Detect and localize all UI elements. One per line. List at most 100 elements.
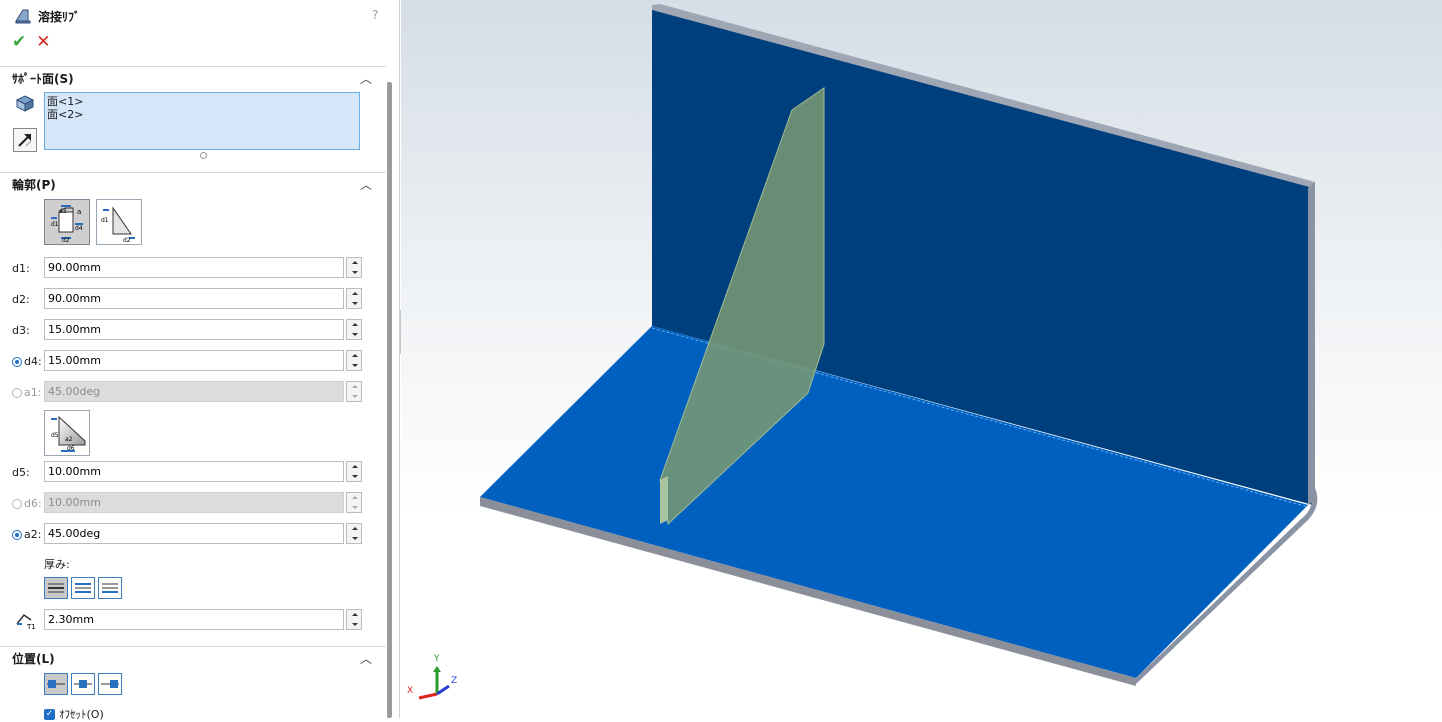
d1-input[interactable]	[44, 257, 344, 278]
face-selection-icon	[15, 95, 35, 112]
vertical-plate-side-edge[interactable]	[1308, 182, 1315, 505]
a1-input	[44, 381, 344, 402]
profile-header[interactable]: 輪郭(P) ︿	[0, 172, 386, 196]
a1-radio[interactable]	[12, 387, 22, 398]
ok-cancel-bar: ✔ ✕	[12, 32, 51, 52]
d4-input[interactable]	[44, 350, 344, 371]
svg-text:a: a	[77, 208, 81, 216]
list-item[interactable]: 面<2>	[47, 108, 357, 121]
d6-label-wrap[interactable]: d6:	[12, 497, 42, 510]
d6-row: d6:	[0, 491, 386, 515]
a2-spinner[interactable]	[346, 523, 362, 544]
polygonal-profile-button[interactable]: d3 d1 d4 d2 a	[44, 199, 90, 245]
ok-button[interactable]: ✔	[12, 32, 26, 52]
chevron-up-icon[interactable]: ︿	[360, 650, 372, 667]
a1-label: a1:	[24, 386, 42, 399]
d1-row: d1:	[0, 256, 386, 280]
profile-title: 輪郭(P)	[12, 178, 56, 192]
reverse-direction-button[interactable]	[13, 128, 37, 152]
thickness-side1-button[interactable]	[44, 577, 68, 599]
graphics-viewport[interactable]: X Y Z	[401, 0, 1442, 718]
position-title: 位置(L)	[12, 652, 55, 666]
position-other-end-button[interactable]	[98, 673, 122, 695]
support-faces-listbox[interactable]: 面<1> 面<2>	[44, 92, 360, 150]
chevron-up-icon[interactable]: ︿	[360, 176, 372, 193]
offset-checkbox[interactable]: ✓ ｵﾌｾｯﾄ(O)	[44, 706, 104, 722]
svg-text:d5: d5	[51, 432, 59, 439]
svg-text:d3: d3	[59, 208, 67, 215]
panel-titlebar: 溶接ﾘﾌﾞ	[14, 6, 80, 26]
thickness-row: T1	[0, 608, 386, 632]
svg-text:d2: d2	[123, 237, 131, 244]
d2-spinner[interactable]	[346, 288, 362, 309]
svg-text:d1: d1	[101, 217, 109, 224]
a2-radio[interactable]	[12, 529, 22, 540]
a2-input[interactable]	[44, 523, 344, 544]
d5-spinner[interactable]	[346, 461, 362, 482]
panel-scrollbar[interactable]	[386, 64, 394, 718]
d4-row: d4:	[0, 349, 386, 373]
panel-title: 溶接ﾘﾌﾞ	[38, 9, 81, 24]
thickness-icon: T1	[16, 613, 36, 630]
thickness-symbol: T1	[26, 623, 36, 630]
d2-row: d2:	[0, 287, 386, 311]
position-middle-button[interactable]	[71, 673, 95, 695]
thickness-other-side-icon	[102, 583, 118, 593]
d4-label: d4:	[24, 355, 42, 368]
svg-text:d2: d2	[62, 237, 70, 244]
svg-text:d4: d4	[75, 225, 83, 232]
position-middle-icon	[74, 680, 92, 688]
thickness-spinner[interactable]	[346, 609, 362, 630]
d6-spinner	[346, 492, 362, 513]
triangular-profile-button[interactable]: d1 d2	[96, 199, 142, 245]
position-end-button[interactable]	[44, 673, 68, 695]
d3-label: d3:	[12, 324, 30, 337]
a1-row: a1:	[0, 380, 386, 404]
help-icon[interactable]: ?	[372, 8, 378, 22]
polygon-profile-icon: d3 d1 d4 d2 a	[51, 205, 83, 244]
listbox-resize-grip[interactable]	[200, 152, 207, 159]
d4-label-wrap[interactable]: d4:	[12, 355, 42, 368]
list-item[interactable]: 面<1>	[47, 95, 357, 108]
svg-text:d1: d1	[51, 221, 59, 228]
y-axis-label: Y	[434, 654, 440, 664]
d6-input	[44, 492, 344, 513]
d5-row: d5:	[0, 460, 386, 484]
svg-text:a2: a2	[65, 436, 73, 443]
svg-text:d6: d6	[67, 445, 75, 452]
a1-label-wrap[interactable]: a1:	[12, 386, 41, 399]
d2-label: d2:	[12, 293, 30, 306]
d4-spinner[interactable]	[346, 350, 362, 371]
d5-label: d5:	[12, 466, 30, 479]
axis-triad-icon	[418, 666, 450, 700]
d3-row: d3:	[0, 318, 386, 342]
d4-radio[interactable]	[12, 356, 22, 367]
a2-label-wrap[interactable]: a2:	[12, 528, 41, 541]
d3-input[interactable]	[44, 319, 344, 340]
weld-rib-edge	[660, 476, 668, 524]
thickness-side2-button[interactable]	[98, 577, 122, 599]
offset-label: ｵﾌｾｯﾄ(O)	[59, 708, 104, 721]
cancel-button[interactable]: ✕	[36, 32, 50, 52]
scrollbar-thumb[interactable]	[387, 82, 392, 718]
arrow-diagonal-icon	[18, 134, 32, 147]
chamfer-profile-icon: d5 a2 d6	[51, 415, 86, 452]
x-axis-label: X	[407, 686, 414, 696]
chamfer-profile-button[interactable]: d5 a2 d6	[44, 410, 90, 456]
d6-radio[interactable]	[12, 498, 22, 509]
thickness-input[interactable]	[44, 609, 344, 630]
support-faces-title: ｻﾎﾟｰﾄ面(S)	[12, 72, 74, 86]
d3-spinner[interactable]	[346, 319, 362, 340]
support-faces-header[interactable]: ｻﾎﾟｰﾄ面(S) ︿	[0, 66, 386, 90]
position-header[interactable]: 位置(L) ︿	[0, 646, 386, 670]
chevron-up-icon[interactable]: ︿	[360, 70, 372, 87]
property-manager-panel: 溶接ﾘﾌﾞ ? ✔ ✕ ｻﾎﾟｰﾄ面(S) ︿ 面<1> 面<2> 輪郭(P) …	[0, 0, 400, 721]
d5-input[interactable]	[44, 461, 344, 482]
d2-input[interactable]	[44, 288, 344, 309]
thickness-both-button[interactable]	[71, 577, 95, 599]
d1-spinner[interactable]	[346, 257, 362, 278]
model-scene[interactable]	[401, 0, 1442, 718]
a1-spinner	[346, 381, 362, 402]
triangle-profile-icon: d1 d2	[101, 206, 135, 244]
position-start-icon	[47, 680, 65, 688]
